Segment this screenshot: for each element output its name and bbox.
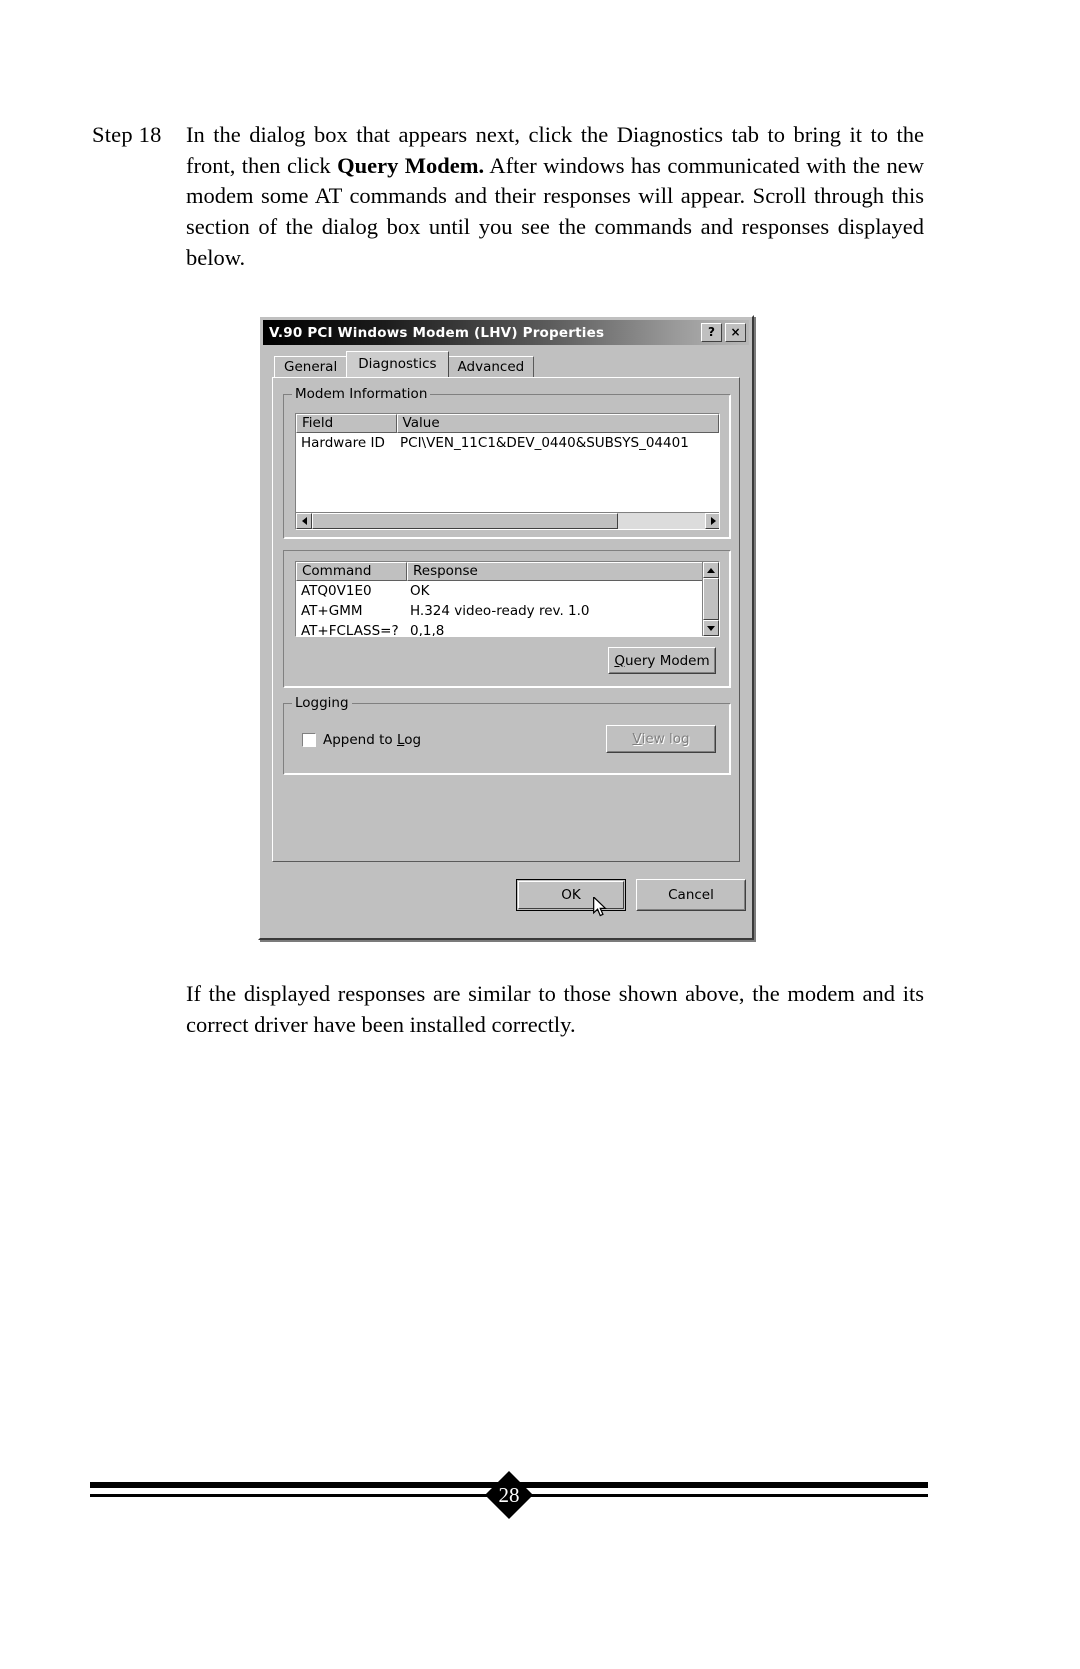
- scroll-up-button[interactable]: [703, 562, 719, 578]
- scroll-right-button[interactable]: [705, 513, 719, 529]
- modem-information-group: Modem Information Field Value Hardware I…: [283, 387, 731, 539]
- cell-response: H.324 video-ready rev. 1.0: [410, 603, 590, 619]
- view-log-label: iew log: [641, 731, 690, 747]
- modem-information-header: Field Value: [296, 414, 719, 433]
- table-row[interactable]: Hardware ID PCI\VEN_11C1&DEV_0440&SUBSYS…: [296, 433, 719, 453]
- tab-page-diagnostics: Modem Information Field Value Hardware I…: [272, 377, 740, 862]
- logging-group: Logging Append to Log View log: [283, 696, 731, 775]
- cell-command: AT+FCLASS=?: [301, 623, 399, 637]
- query-modem-button[interactable]: Query Modem: [608, 647, 716, 674]
- command-response-header: Command Response: [296, 562, 719, 581]
- cancel-button[interactable]: Cancel: [636, 879, 746, 911]
- append-to-log-row[interactable]: Append to Log: [302, 732, 421, 748]
- cell-command: AT+GMM: [301, 603, 363, 619]
- modem-information-legend: Modem Information: [292, 387, 431, 401]
- cell-field: Hardware ID: [301, 435, 385, 451]
- command-response-group: Command Response ATQ0V1E0 OK AT+GMM H.32…: [283, 550, 731, 688]
- document-page: Step 18 In the dialog box that appears n…: [0, 0, 1080, 1669]
- arrow-up-icon: [707, 567, 715, 573]
- scroll-left-button[interactable]: [296, 513, 312, 529]
- logging-legend: Logging: [292, 696, 352, 710]
- scroll-thumb-vertical[interactable]: [703, 578, 719, 620]
- modem-information-body: Hardware ID PCI\VEN_11C1&DEV_0440&SUBSYS…: [296, 433, 719, 453]
- ok-button-label: OK: [561, 887, 581, 903]
- column-command[interactable]: Command: [296, 562, 407, 581]
- view-log-accel: V: [632, 731, 642, 747]
- tab-advanced[interactable]: Advanced: [447, 356, 535, 377]
- cell-command: ATQ0V1E0: [301, 583, 372, 599]
- scroll-thumb-horizontal[interactable]: [312, 513, 618, 529]
- arrow-down-icon: [707, 625, 715, 631]
- close-icon[interactable]: ×: [725, 323, 746, 342]
- cancel-button-label: Cancel: [668, 887, 714, 903]
- command-response-body: ATQ0V1E0 OK AT+GMM H.324 video-ready rev…: [296, 581, 719, 637]
- column-response[interactable]: Response: [407, 562, 704, 581]
- step-paragraph: In the dialog box that appears next, cli…: [186, 120, 924, 274]
- cell-response: 0,1,8: [410, 623, 445, 637]
- query-modem-accel: Q: [614, 652, 625, 669]
- scroll-down-button[interactable]: [703, 620, 719, 636]
- cell-value: PCI\VEN_11C1&DEV_0440&SUBSYS_04401: [400, 435, 689, 451]
- view-log-button[interactable]: View log: [606, 725, 716, 753]
- column-value[interactable]: Value: [396, 414, 719, 433]
- query-modem-label: uery Modem: [625, 652, 710, 669]
- arrow-right-icon: [710, 517, 716, 525]
- closing-paragraph: If the displayed responses are similar t…: [186, 981, 924, 1037]
- list-item[interactable]: AT+GMM H.324 video-ready rev. 1.0: [296, 601, 719, 621]
- append-to-log-checkbox[interactable]: [302, 733, 316, 747]
- horizontal-scrollbar[interactable]: [296, 512, 719, 529]
- mouse-cursor-icon: [593, 897, 607, 917]
- vertical-scrollbar[interactable]: [702, 562, 719, 636]
- command-response-list[interactable]: Command Response ATQ0V1E0 OK AT+GMM H.32…: [295, 561, 720, 637]
- tab-diagnostics[interactable]: Diagnostics: [346, 351, 449, 377]
- step-text-bold: Query Modem.: [337, 152, 485, 178]
- help-button[interactable]: ?: [701, 323, 722, 342]
- list-item[interactable]: AT+FCLASS=? 0,1,8: [296, 621, 719, 637]
- page-number: 28: [498, 1483, 520, 1507]
- append-to-log-label: Append to Log: [323, 732, 422, 748]
- tab-strip: General Diagnostics Advanced: [274, 351, 535, 377]
- arrow-left-icon: [301, 517, 307, 525]
- page-footer: 28: [90, 1470, 928, 1522]
- scroll-track-horizontal[interactable]: [618, 513, 705, 529]
- modem-properties-dialog: V.90 PCI Windows Modem (LHV) Properties …: [258, 315, 754, 940]
- list-item[interactable]: ATQ0V1E0 OK: [296, 581, 719, 601]
- step-block: Step 18 In the dialog box that appears n…: [92, 120, 924, 274]
- step-label: Step 18: [92, 122, 162, 147]
- dialog-title: V.90 PCI Windows Modem (LHV) Properties: [269, 324, 605, 341]
- cell-response: OK: [410, 583, 430, 599]
- modem-information-list[interactable]: Field Value Hardware ID PCI\VEN_11C1&DEV…: [295, 413, 720, 530]
- dialog-titlebar: V.90 PCI Windows Modem (LHV) Properties …: [263, 320, 749, 345]
- column-field[interactable]: Field: [296, 414, 397, 433]
- tab-general[interactable]: General: [274, 356, 348, 377]
